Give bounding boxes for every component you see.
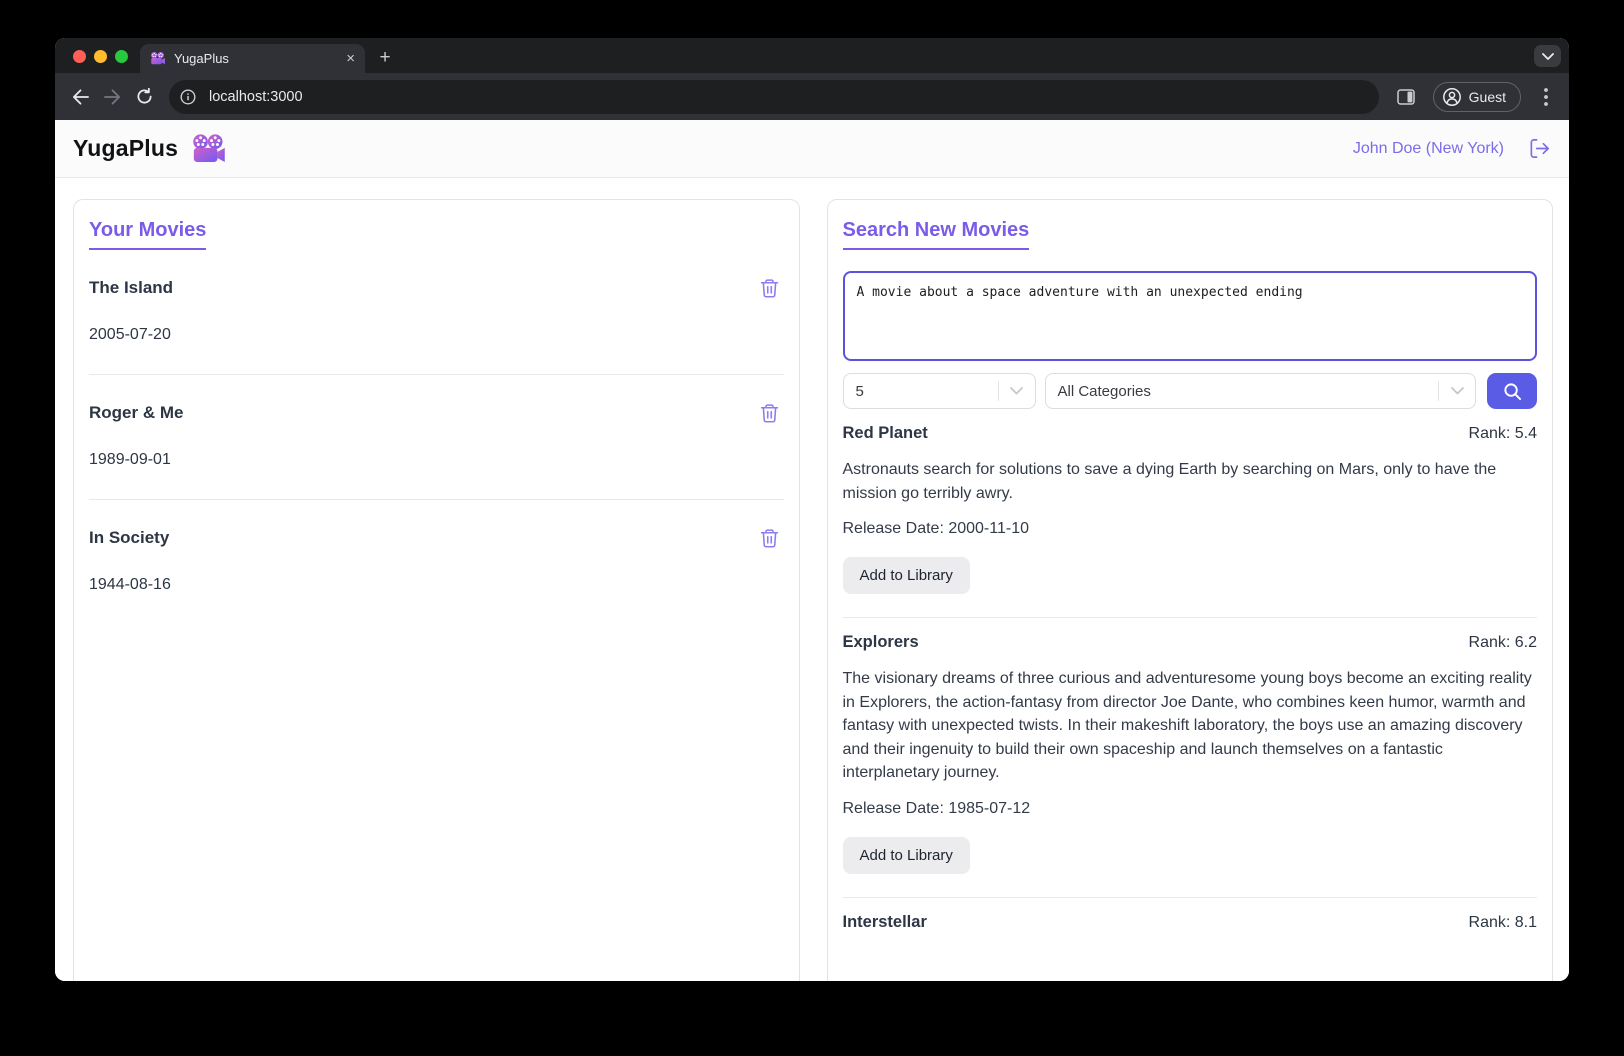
search-title: Search New Movies [842, 219, 1030, 250]
new-tab-icon[interactable]: + [373, 46, 397, 70]
info-icon[interactable] [175, 84, 201, 110]
result-rank: Rank: 6.2 [1468, 634, 1537, 651]
add-to-library-button[interactable]: Add to Library [842, 836, 970, 874]
search-controls: 5 All Categories [842, 373, 1537, 409]
chevron-down-icon [1439, 387, 1475, 395]
user-profile-link[interactable]: John Doe (New York) [1353, 140, 1504, 158]
search-result: Red Planet Rank: 5.4 Astronauts search f… [842, 424, 1537, 618]
person-icon [1442, 87, 1462, 107]
tab-strip: YugaPlus × + [55, 38, 1569, 73]
window-controls [73, 50, 128, 63]
kebab-menu-icon[interactable] [1533, 82, 1559, 112]
result-title: Interstellar [842, 912, 927, 931]
result-title: Red Planet [842, 424, 928, 442]
movie-title: The Island [89, 278, 174, 297]
user-area: John Doe (New York) [1353, 137, 1551, 160]
chevron-down-icon [999, 387, 1035, 395]
result-release-date: Release Date: 2000-11-10 [842, 520, 1030, 537]
browser-toolbar: localhost:3000 Guest [55, 73, 1569, 120]
search-icon [1503, 382, 1522, 401]
address-bar[interactable]: localhost:3000 [169, 79, 1379, 114]
trash-icon[interactable] [755, 277, 784, 299]
minimize-window-button[interactable] [94, 50, 107, 63]
side-panel-icon[interactable] [1391, 82, 1421, 112]
result-limit-select[interactable]: 5 [842, 373, 1036, 409]
category-value: All Categories [1057, 382, 1151, 400]
back-icon[interactable] [65, 82, 95, 112]
main-content: Your Movies The Island 2005-07-20 Roger … [55, 178, 1569, 981]
trash-icon[interactable] [755, 527, 784, 549]
result-rank: Rank: 8.1 [1468, 913, 1537, 931]
app-viewport: YugaPlus John Doe (New York) Your Movies… [55, 120, 1569, 981]
library-panel: Your Movies The Island 2005-07-20 Roger … [73, 199, 800, 981]
divider [842, 896, 1537, 898]
divider [842, 617, 1537, 618]
browser-window: YugaPlus × + localhost:3000 Guest YugaPl… [55, 38, 1569, 981]
category-select[interactable]: All Categories [1044, 373, 1476, 409]
library-title: Your Movies [89, 219, 207, 250]
movie-release-date: 1989-09-01 [89, 451, 171, 468]
result-title: Explorers [842, 633, 919, 651]
app-title: YugaPlus [73, 135, 179, 161]
url-text: localhost:3000 [209, 88, 303, 105]
list-item: In Society 1944-08-16 [89, 500, 784, 594]
add-to-library-button[interactable]: Add to Library [842, 557, 970, 594]
result-rank: Rank: 5.4 [1468, 425, 1537, 442]
zoom-window-button[interactable] [115, 50, 128, 63]
tab-yugaplus[interactable]: YugaPlus × [140, 44, 365, 73]
guest-label: Guest [1468, 88, 1506, 105]
trash-icon[interactable] [755, 402, 784, 424]
search-panel: Search New Movies A movie about a space … [826, 199, 1553, 981]
close-window-button[interactable] [73, 50, 86, 63]
brand: YugaPlus [73, 133, 227, 165]
movie-release-date: 1944-08-16 [89, 576, 171, 593]
movie-title: In Society [89, 528, 170, 547]
forward-icon[interactable] [97, 82, 127, 112]
close-icon[interactable]: × [346, 51, 355, 66]
logout-icon[interactable] [1528, 137, 1551, 160]
search-result: Explorers Rank: 6.2 The visionary dreams… [842, 633, 1537, 898]
result-release-date: Release Date: 1985-07-12 [842, 799, 1031, 817]
tab-title: YugaPlus [174, 51, 229, 66]
chevron-down-icon[interactable] [1534, 45, 1561, 67]
search-result: Interstellar Rank: 8.1 [843, 913, 1538, 932]
search-button[interactable] [1487, 373, 1537, 409]
result-description: The visionary dreams of three curious an… [842, 670, 1532, 781]
search-input[interactable]: A movie about a space adventure with an … [842, 271, 1537, 361]
movie-title: Roger & Me [89, 403, 184, 422]
movie-release-date: 2005-07-20 [89, 326, 171, 343]
movie-camera-icon [191, 133, 227, 165]
list-item: The Island 2005-07-20 [89, 250, 784, 375]
movie-camera-icon [150, 51, 166, 66]
reload-icon[interactable] [129, 82, 159, 112]
result-description: Astronauts search for solutions to save … [842, 461, 1497, 502]
guest-profile-button[interactable]: Guest [1432, 81, 1521, 112]
app-header: YugaPlus John Doe (New York) [55, 120, 1569, 178]
result-limit-value: 5 [855, 382, 864, 400]
list-item: Roger & Me 1989-09-01 [89, 375, 784, 500]
